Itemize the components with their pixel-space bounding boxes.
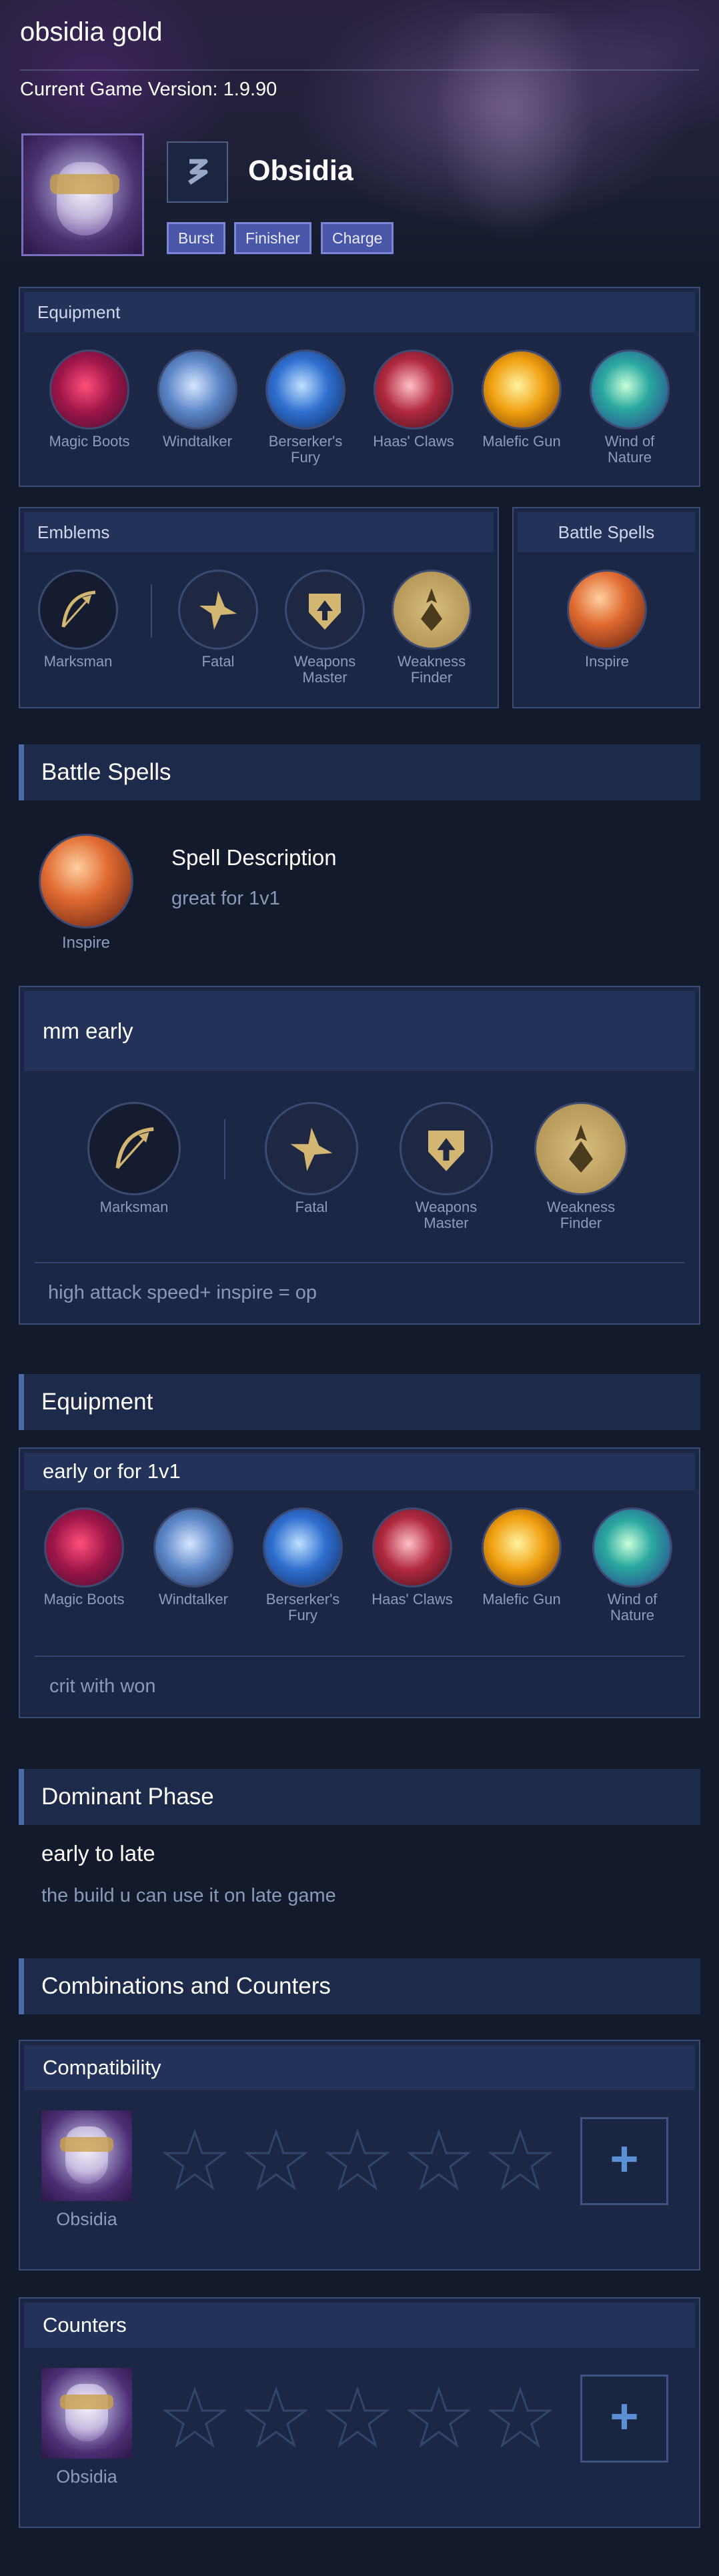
hero-portrait[interactable]: [21, 133, 144, 256]
talent-weakness-finder[interactable]: Weakness Finder: [388, 570, 475, 686]
build-item-berserkers-fury[interactable]: Berserker's Fury: [256, 1507, 349, 1624]
tag-charge: Charge: [321, 222, 394, 254]
spell-description-title: Spell Description: [171, 845, 337, 870]
add-compatibility-button[interactable]: +: [580, 2117, 668, 2205]
fatal-icon: [178, 570, 258, 650]
talent-fatal[interactable]: Fatal: [175, 570, 261, 670]
haas-claws-icon: [372, 1507, 452, 1587]
malefic-gun-icon: [482, 1507, 562, 1587]
equipment-card-divider: [35, 1656, 684, 1657]
counters-title: Counters: [24, 2303, 695, 2348]
build-item-windtalker[interactable]: Windtalker: [147, 1507, 240, 1607]
inspire-icon: [39, 834, 133, 928]
battle-spells-heading: Battle Spells: [19, 744, 700, 800]
dominant-phase-text: the build u can use it on late game: [41, 1885, 336, 1906]
equipment-panel: Equipment Magic Boots Windtalker Berserk…: [19, 287, 700, 487]
spells-panel-title: Battle Spells: [518, 512, 695, 552]
star-icon[interactable]: [163, 2129, 227, 2190]
berserkers-fury-icon: [263, 1507, 343, 1587]
equipment-card: early or for 1v1 Magic Boots Windtalker …: [19, 1447, 700, 1718]
spell-inspire[interactable]: Inspire: [560, 570, 654, 670]
item-magic-boots[interactable]: Magic Boots: [43, 350, 136, 450]
item-wind-of-nature[interactable]: Wind of Nature: [583, 350, 676, 466]
item-berserkers-fury[interactable]: Berserker's Fury: [259, 350, 352, 466]
emblem-card-weakness-finder[interactable]: Weakness Finder: [531, 1102, 631, 1231]
weapons-master-icon: [400, 1102, 493, 1195]
title-divider: [20, 69, 699, 71]
spell-description-text: great for 1v1: [171, 888, 280, 909]
hero-splash-art: [427, 13, 600, 253]
star-icon[interactable]: [488, 2129, 552, 2190]
emblem-card: mm early Marksman Fatal Weapons Master W…: [19, 986, 700, 1325]
counter-hero-portrait[interactable]: [41, 2368, 132, 2459]
hero-name: Obsidia: [248, 155, 353, 187]
berserkers-fury-icon: [265, 350, 345, 430]
add-counter-button[interactable]: +: [580, 2375, 668, 2463]
equipment-panel-title: Equipment: [24, 292, 695, 332]
star-icon[interactable]: [488, 2387, 552, 2448]
talent-weapons-master[interactable]: Weapons Master: [281, 570, 368, 686]
weakness-finder-icon: [392, 570, 472, 650]
malefic-gun-icon: [482, 350, 562, 430]
tag-burst: Burst: [167, 222, 225, 254]
equipment-card-title: early or for 1v1: [24, 1453, 695, 1490]
game-version: Current Game Version: 1.9.90: [20, 79, 277, 100]
marksman-role-icon: [167, 141, 228, 203]
fatal-icon: [265, 1102, 358, 1195]
marksman-icon: [38, 570, 118, 650]
windtalker-icon: [153, 1507, 233, 1587]
page-title: obsidia gold: [20, 17, 163, 47]
emblem-card-fatal[interactable]: Fatal: [261, 1102, 362, 1215]
dominant-phase-heading: Dominant Phase: [19, 1769, 700, 1825]
wind-of-nature-icon: [592, 1507, 672, 1587]
star-icon[interactable]: [325, 2129, 390, 2190]
haas-claws-icon: [374, 350, 454, 430]
emblem-card-marksman[interactable]: Marksman: [84, 1102, 184, 1215]
emblem-card-title: mm early: [24, 991, 695, 1071]
item-malefic-gun[interactable]: Malefic Gun: [475, 350, 568, 450]
emblem-card-divider: [35, 1262, 684, 1263]
star-icon[interactable]: [407, 2387, 471, 2448]
build-item-haas-claws[interactable]: Haas' Claws: [366, 1507, 459, 1607]
star-icon[interactable]: [244, 2387, 308, 2448]
counter-hero-name: Obsidia: [56, 2467, 117, 2487]
build-item-magic-boots[interactable]: Magic Boots: [37, 1507, 131, 1607]
item-haas-claws[interactable]: Haas' Claws: [367, 350, 460, 450]
equipment-heading: Equipment: [19, 1374, 700, 1430]
compatibility-title: Compatibility: [24, 2045, 695, 2090]
emblems-panel-title: Emblems: [24, 512, 494, 552]
weakness-finder-icon: [534, 1102, 628, 1195]
emblem-separator: [224, 1119, 225, 1179]
star-icon[interactable]: [407, 2129, 471, 2190]
emblems-panel: Emblems Marksman Fatal Weapons Master We…: [19, 507, 499, 708]
star-icon[interactable]: [244, 2129, 308, 2190]
build-item-wind-of-nature[interactable]: Wind of Nature: [586, 1507, 679, 1624]
magic-boots-icon: [44, 1507, 124, 1587]
compatibility-panel: Compatibility Obsidia +: [19, 2040, 700, 2271]
weapons-master-icon: [285, 570, 365, 650]
build-item-malefic-gun[interactable]: Malefic Gun: [475, 1507, 568, 1607]
windtalker-icon: [157, 350, 237, 430]
emblem-card-note: high attack speed+ inspire = op: [48, 1282, 317, 1303]
star-icon[interactable]: [163, 2387, 227, 2448]
tag-finisher: Finisher: [234, 222, 311, 254]
dominant-phase-value: early to late: [41, 1841, 155, 1866]
wind-of-nature-icon: [590, 350, 670, 430]
marksman-icon: [87, 1102, 181, 1195]
compat-hero-portrait[interactable]: [41, 2110, 132, 2201]
star-icon[interactable]: [325, 2387, 390, 2448]
spells-panel: Battle Spells Inspire: [512, 507, 700, 708]
emblem-marksman[interactable]: Marksman: [35, 570, 121, 670]
compat-hero-name: Obsidia: [56, 2209, 117, 2229]
item-windtalker[interactable]: Windtalker: [151, 350, 244, 450]
magic-boots-icon: [49, 350, 129, 430]
equipment-card-note: crit with won: [49, 1676, 156, 1697]
inspire-icon: [567, 570, 647, 650]
emblem-separator: [151, 584, 152, 638]
combinations-heading: Combinations and Counters: [19, 1958, 700, 2014]
battle-spell-inspire[interactable]: Inspire: [36, 834, 136, 951]
emblem-card-weapons-master[interactable]: Weapons Master: [396, 1102, 496, 1231]
counters-panel: Counters Obsidia +: [19, 2297, 700, 2528]
